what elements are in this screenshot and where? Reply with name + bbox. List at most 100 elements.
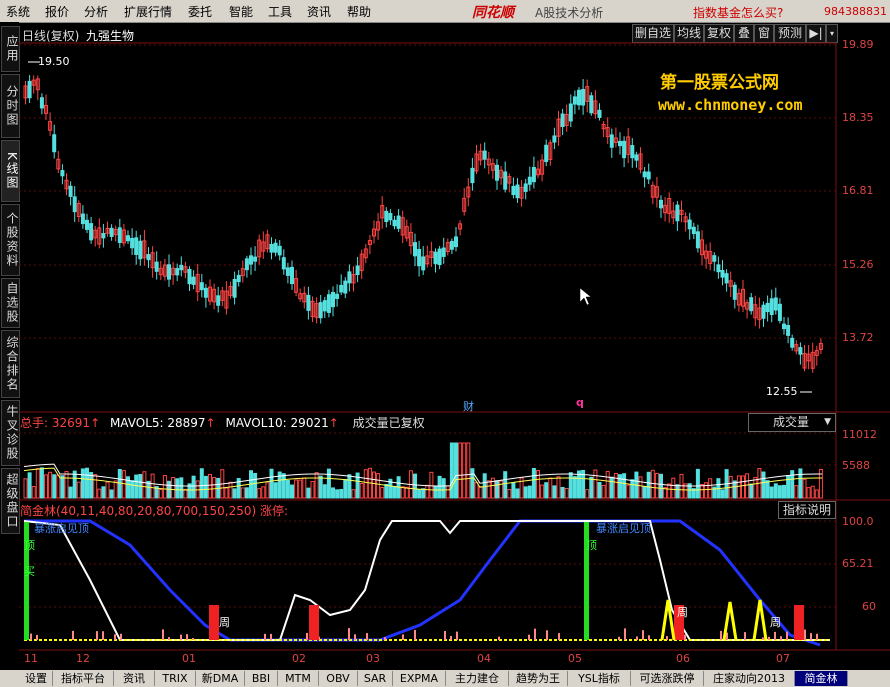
tab-news[interactable]: 资讯 <box>114 671 155 686</box>
candle-body <box>511 185 516 196</box>
indicator-small-bar <box>762 637 764 640</box>
candle-body <box>769 298 774 315</box>
tab-obv[interactable]: OBV <box>319 671 358 686</box>
candle-body <box>281 257 286 270</box>
volume-bar <box>659 473 663 499</box>
volume-bar <box>64 471 69 499</box>
volume-bar <box>454 442 458 499</box>
volume-bar <box>80 468 85 499</box>
volume-bar <box>794 485 799 499</box>
volume-bar <box>244 487 249 499</box>
tab-mtm[interactable]: MTM <box>278 671 319 686</box>
candle-body <box>531 167 536 183</box>
volume-bar <box>261 486 266 499</box>
volume-bar <box>650 469 655 499</box>
finance-marker[interactable]: 财 <box>463 398 474 414</box>
candle-body <box>396 215 401 229</box>
volume-bar <box>183 488 188 499</box>
indicator-title[interactable]: 简金林(40,11,40,80,20,80,700,150,250) <box>20 504 256 518</box>
candle-body <box>244 258 249 271</box>
tab-indicator-platform[interactable]: 指标平台 <box>53 671 114 686</box>
tab-main-build[interactable]: 主力建仓 <box>446 671 509 686</box>
candle-body <box>782 323 786 330</box>
volume-bar <box>630 479 635 499</box>
volume-bar <box>101 486 106 499</box>
volume-bar <box>802 478 807 499</box>
volume-bar <box>515 488 520 499</box>
volume-bar <box>31 486 36 499</box>
indicator-small-bar <box>120 633 122 640</box>
tab-jianjinlin[interactable]: 简金林 <box>795 671 848 686</box>
volume-bar <box>343 479 348 499</box>
volume-bar <box>372 471 376 499</box>
candle-body <box>732 284 737 300</box>
indicator-small-bar <box>666 636 668 640</box>
month-label: 05 <box>568 652 582 665</box>
indicator-explain-button[interactable]: 指标说明 <box>778 501 836 519</box>
tab-dealer-trend[interactable]: 庄家动向2013 <box>704 671 795 686</box>
mavol5-label: MAVOL5: <box>109 416 164 430</box>
candle-body <box>27 80 32 99</box>
indicator-small-bar <box>636 636 638 640</box>
volume-bar <box>421 488 426 499</box>
indicator-small-bar <box>36 634 38 640</box>
indicator-small-bar <box>546 630 548 640</box>
volume-bar <box>363 469 368 499</box>
tab-expma[interactable]: EXPMA <box>393 671 446 686</box>
volume-bar <box>93 474 98 499</box>
tab-ysl[interactable]: YSL指标 <box>568 671 631 686</box>
volume-bar <box>158 489 163 499</box>
tab-trend-king[interactable]: 趋势为王 <box>509 671 568 686</box>
candle-body <box>773 297 778 311</box>
indicator-suffix: 涨停: <box>260 504 289 518</box>
volume-bar <box>413 473 417 499</box>
tab-sar[interactable]: SAR <box>358 671 393 686</box>
volume-header: 总手: 32691↑ MAVOL5: 28897↑ MAVOL10: 29021… <box>20 416 425 430</box>
candle-body <box>80 213 85 225</box>
candle-body <box>343 280 348 294</box>
volume-bar <box>212 477 217 499</box>
candle-body <box>355 265 360 276</box>
volume-dropdown[interactable]: 成交量 ▼ <box>748 413 836 432</box>
indicator-small-bar <box>450 635 452 640</box>
volume-tick: 5588 <box>842 459 870 472</box>
candle-body <box>687 219 692 230</box>
indicator-small-bar <box>786 631 788 640</box>
tab-settings[interactable]: 设置 <box>20 671 53 686</box>
volume-bar <box>68 486 73 499</box>
volume-bar <box>240 487 245 499</box>
candle-body <box>138 240 143 260</box>
candle-body <box>306 294 311 311</box>
month-label: 03 <box>366 652 380 665</box>
indicator-small-bar <box>456 631 458 640</box>
indicator-small-bar <box>180 634 182 640</box>
volume-bar <box>380 486 385 499</box>
volume-bar <box>544 482 549 499</box>
candle-body <box>273 242 278 253</box>
volume-bar <box>433 485 438 499</box>
candle-body <box>482 150 487 160</box>
signal-tag-2: 暴涨启见顶 <box>596 522 651 535</box>
candle-body <box>146 254 151 261</box>
volume-bar <box>35 468 40 499</box>
volume-bar <box>404 486 409 499</box>
tab-limit-updown[interactable]: 可选涨跌停 <box>631 671 704 686</box>
q-marker[interactable]: q <box>576 396 584 409</box>
candle-body <box>761 304 766 319</box>
volume-bar <box>786 474 791 499</box>
volume-bar <box>531 467 536 499</box>
candle-body <box>154 261 159 272</box>
candle-body <box>716 264 721 273</box>
volume-bar <box>384 483 389 499</box>
volume-bar <box>482 473 487 499</box>
candle-body <box>101 233 106 239</box>
candle-body <box>695 231 700 249</box>
tab-trix[interactable]: TRIX <box>155 671 196 686</box>
tab-new-dma[interactable]: 新DMA <box>196 671 245 686</box>
candle-body <box>581 89 586 106</box>
candle-body <box>388 212 393 221</box>
indicator-small-bar <box>618 636 620 640</box>
volume-bar <box>392 485 397 499</box>
volume-bar <box>326 468 331 499</box>
tab-bbi[interactable]: BBI <box>245 671 278 686</box>
